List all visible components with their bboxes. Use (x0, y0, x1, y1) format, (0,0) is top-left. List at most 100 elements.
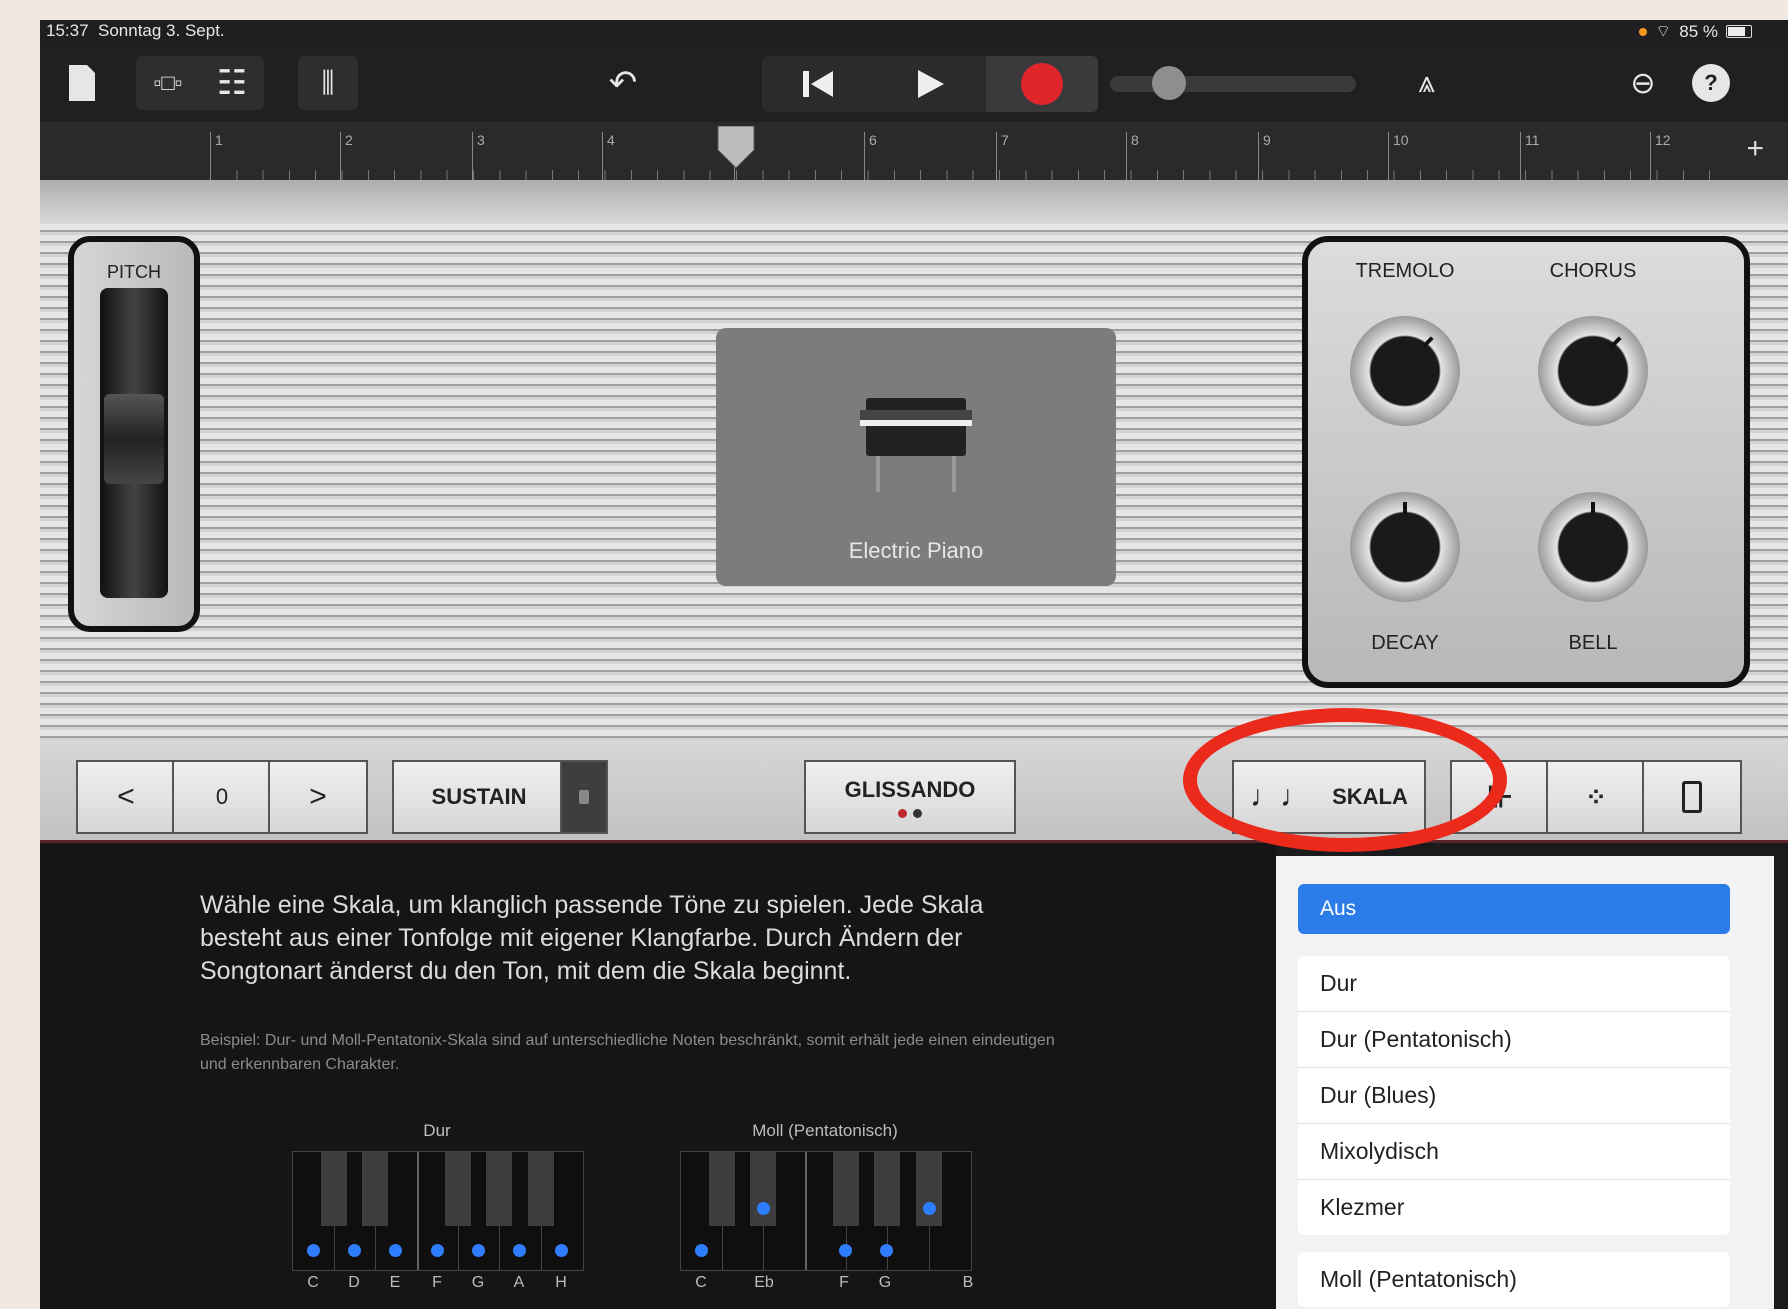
note-letter: F (432, 1274, 442, 1291)
note-letter: G (878, 1274, 892, 1291)
scale-menu: Aus Dur Dur (Pentatonisch) Dur (Blues) M… (1276, 856, 1774, 1309)
play-icon (918, 70, 944, 98)
help-button[interactable]: ? (1692, 64, 1730, 102)
settings-icon: ⊖ (1630, 66, 1656, 100)
scale-option[interactable]: Moll (Pentatonisch) (1298, 1252, 1730, 1307)
minor-pentatonic-keyboard (680, 1151, 972, 1271)
bar-12: 12 (1650, 132, 1671, 180)
note-letter: C (695, 1274, 707, 1291)
record-button[interactable] (986, 56, 1098, 112)
knob-indicator (1591, 502, 1595, 514)
note-dot (307, 1244, 320, 1257)
minor-pentatonic-keyboard-title: Moll (Pentatonisch) (752, 1121, 898, 1140)
add-section-button[interactable]: + (1746, 132, 1764, 166)
metronome-button[interactable]: ⩓ (1404, 60, 1450, 106)
master-volume-slider[interactable] (1110, 76, 1356, 92)
decay-knob[interactable] (1350, 492, 1460, 602)
glissando-label: GLISSANDO (844, 776, 976, 802)
undo-button[interactable]: ↶ (600, 60, 646, 106)
note-dot (880, 1244, 893, 1257)
note-letter: C (307, 1274, 319, 1291)
note-dot (757, 1202, 770, 1215)
status-time-date: 15:37 Sonntag 3. Sept. (46, 21, 225, 41)
effects-knobs-box: TREMOLO CHORUS DECAY BELL (1302, 236, 1750, 688)
garageband-screen: 15:37 Sonntag 3. Sept. ⌔ 85 % ▫□▫ ☷ ⫼ ↶ (40, 20, 1788, 1309)
ruler-ticks: 1 2 3 4 5 6 7 8 9 10 11 12 (210, 122, 1730, 180)
pitch-wheel-box: PITCH (68, 236, 200, 632)
annotation-highlight-ellipse (1183, 708, 1507, 852)
note-dot (389, 1244, 402, 1257)
sustain-button[interactable]: SUSTAIN (392, 760, 566, 834)
chorus-label: CHORUS (1549, 260, 1637, 282)
bell-label: BELL (1568, 632, 1618, 654)
keyboard-settings-button[interactable] (1642, 760, 1742, 834)
status-time: 15:37 (46, 21, 89, 40)
scale-help-area: Wähle eine Skala, um klanglich passende … (40, 843, 1276, 1309)
status-bar: 15:37 Sonntag 3. Sept. ⌔ 85 % (40, 20, 1788, 42)
scale-option[interactable]: Dur (1298, 956, 1730, 1012)
go-to-start-button[interactable] (762, 56, 874, 112)
scale-option-selected[interactable]: Aus (1298, 884, 1730, 934)
glissando-indicator-icon (898, 808, 922, 818)
control-strip: < 0 > SUSTAIN GLISSANDO ♩♩ SKALA ⊪ ⁘ (40, 740, 1788, 843)
toolbar: ▫□▫ ☷ ⫼ ↶ ⩓ ⊖ ? (40, 42, 1788, 122)
note-dot (431, 1244, 444, 1257)
bar-7: 7 (996, 132, 1009, 180)
note-letter: H (555, 1274, 567, 1291)
note-letter: D (348, 1274, 360, 1291)
note-letter: F (839, 1274, 849, 1291)
major-keyboard-title: Dur (423, 1121, 451, 1140)
transport-controls (762, 56, 1098, 112)
bar-2: 2 (340, 132, 353, 180)
bar-8: 8 (1126, 132, 1139, 180)
record-icon (1021, 63, 1063, 105)
scale-option[interactable]: Dur (Blues) (1298, 1068, 1730, 1124)
instrument-view-icon[interactable]: ▫□▫ (136, 70, 200, 96)
instrument-selector[interactable]: Electric Piano (716, 328, 1116, 586)
pitch-wheel[interactable] (104, 394, 164, 484)
mixer-button[interactable]: ⫼ (298, 56, 358, 110)
scale-help-example: Beispiel: Dur- und Moll-Pentatonix-Skala… (200, 1032, 1055, 1073)
timeline-ruler[interactable]: 1 2 3 4 5 6 7 8 9 10 11 12 + (40, 122, 1788, 180)
battery-percent: 85 % (1679, 21, 1718, 41)
arpeggiator-button[interactable]: ⁘ (1546, 760, 1646, 834)
major-scale-keyboard (292, 1151, 584, 1271)
bar-11: 11 (1520, 132, 1540, 180)
note-dot (348, 1244, 361, 1257)
bar-6: 6 (864, 132, 877, 180)
undo-icon: ↶ (608, 64, 638, 102)
chorus-knob[interactable] (1538, 316, 1648, 426)
master-volume-knob[interactable] (1152, 66, 1186, 100)
tracks-view-icon[interactable]: ☷ (200, 63, 264, 103)
scale-option[interactable]: Mixolydisch (1298, 1124, 1730, 1180)
instrument-panel: PITCH Electric Piano TREMOLO CHORUS DECA… (40, 180, 1788, 740)
note-dot (923, 1202, 936, 1215)
document-icon (69, 65, 95, 101)
octave-value: 0 (172, 760, 272, 834)
bar-1: 1 (210, 132, 223, 180)
play-button[interactable] (874, 56, 986, 112)
octave-down-button[interactable]: < (76, 760, 176, 834)
octave-up-button[interactable]: > (268, 760, 368, 834)
status-date: Sonntag 3. Sept. (98, 21, 225, 40)
settings-button[interactable]: ⊖ (1620, 60, 1666, 106)
bar-9: 9 (1258, 132, 1271, 180)
sustain-lock-toggle[interactable] (560, 760, 608, 834)
note-dot (695, 1244, 708, 1257)
scale-help-text: Wähle eine Skala, um klanglich passende … (200, 891, 984, 985)
bell-knob[interactable] (1538, 492, 1648, 602)
battery-icon (1726, 25, 1752, 38)
my-songs-button[interactable] (62, 60, 102, 106)
note-letter: B (962, 1274, 974, 1291)
tremolo-label: TREMOLO (1355, 260, 1455, 282)
scale-option[interactable]: Klezmer (1298, 1180, 1730, 1235)
note-letter: E (389, 1274, 401, 1291)
tremolo-knob[interactable] (1350, 316, 1460, 426)
pitch-label: PITCH (107, 262, 161, 282)
glissando-button[interactable]: GLISSANDO (804, 760, 1016, 834)
playhead-icon[interactable] (716, 126, 756, 170)
note-dot (513, 1244, 526, 1257)
note-letter: G (471, 1274, 485, 1291)
help-icon: ? (1704, 70, 1718, 95)
scale-option[interactable]: Dur (Pentatonisch) (1298, 1012, 1730, 1068)
